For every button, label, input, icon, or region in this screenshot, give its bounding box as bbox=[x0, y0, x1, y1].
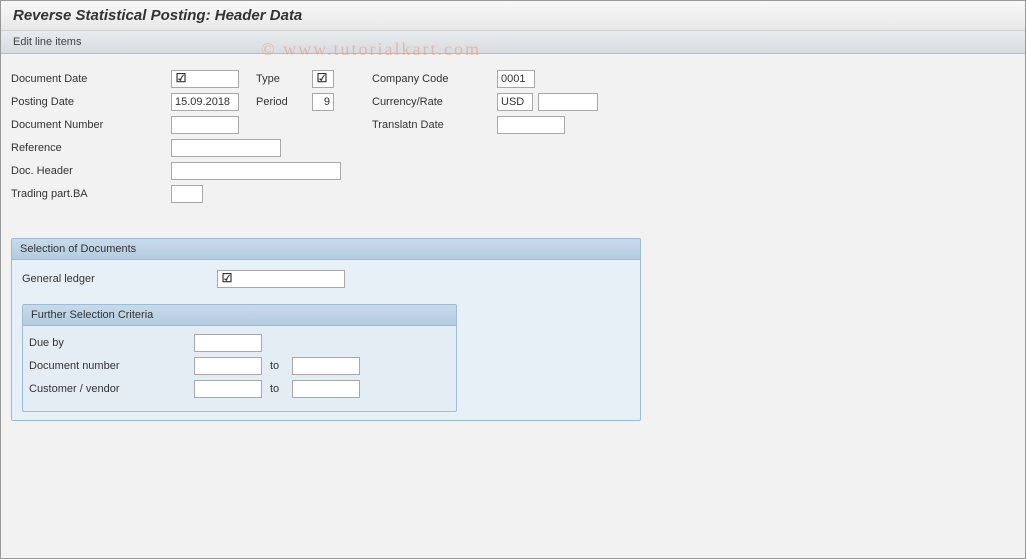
doc-number-to-input[interactable] bbox=[292, 357, 360, 375]
currency-input[interactable] bbox=[497, 93, 533, 111]
due-by-input[interactable] bbox=[194, 334, 262, 352]
further-selection-group: Further Selection Criteria Due by Docume… bbox=[22, 304, 457, 412]
selection-documents-title: Selection of Documents bbox=[12, 239, 640, 260]
to-label: to bbox=[262, 360, 292, 372]
trading-part-ba-label: Trading part.BA bbox=[11, 184, 161, 204]
translatn-date-label: Translatn Date bbox=[372, 115, 444, 135]
currency-rate-label: Currency/Rate bbox=[372, 92, 443, 112]
document-date-label: Document Date bbox=[11, 69, 161, 89]
cust-vendor-to-input[interactable] bbox=[292, 380, 360, 398]
doc-number-sel-label: Document number bbox=[29, 356, 194, 376]
type-label: Type bbox=[256, 69, 280, 89]
period-label: Period bbox=[256, 92, 288, 112]
doc-header-input[interactable] bbox=[171, 162, 341, 180]
translatn-date-input[interactable] bbox=[497, 116, 565, 134]
general-ledger-input[interactable] bbox=[217, 270, 345, 288]
company-code-input[interactable] bbox=[497, 70, 535, 88]
toolbar: Edit line items bbox=[1, 31, 1025, 54]
doc-number-from-input[interactable] bbox=[194, 357, 262, 375]
further-selection-title: Further Selection Criteria bbox=[23, 305, 456, 326]
content-area: Document Date ☑ Type ☑ Company Code bbox=[1, 54, 1025, 435]
checkmark-icon: ☑ bbox=[220, 271, 234, 285]
edit-line-items-button[interactable]: Edit line items bbox=[13, 36, 81, 48]
rate-input[interactable] bbox=[538, 93, 598, 111]
due-by-label: Due by bbox=[29, 333, 194, 353]
document-number-input[interactable] bbox=[171, 116, 239, 134]
period-input[interactable] bbox=[312, 93, 334, 111]
posting-date-input[interactable] bbox=[171, 93, 239, 111]
posting-date-label: Posting Date bbox=[11, 92, 161, 112]
header-form: Document Date ☑ Type ☑ Company Code bbox=[11, 68, 1015, 228]
cust-vendor-label: Customer / vendor bbox=[29, 379, 194, 399]
cust-vendor-from-input[interactable] bbox=[194, 380, 262, 398]
to-label: to bbox=[262, 383, 292, 395]
company-code-label: Company Code bbox=[372, 69, 448, 89]
trading-part-ba-input[interactable] bbox=[171, 185, 203, 203]
page-title: Reverse Statistical Posting: Header Data bbox=[1, 1, 1025, 31]
selection-documents-group: Selection of Documents General ledger ☑ … bbox=[11, 238, 641, 421]
general-ledger-label: General ledger bbox=[22, 269, 217, 289]
doc-header-label: Doc. Header bbox=[11, 161, 161, 181]
reference-input[interactable] bbox=[171, 139, 281, 157]
document-number-label: Document Number bbox=[11, 115, 161, 135]
reference-label: Reference bbox=[11, 138, 161, 158]
checkmark-icon: ☑ bbox=[315, 71, 329, 85]
checkmark-icon: ☑ bbox=[174, 71, 188, 85]
